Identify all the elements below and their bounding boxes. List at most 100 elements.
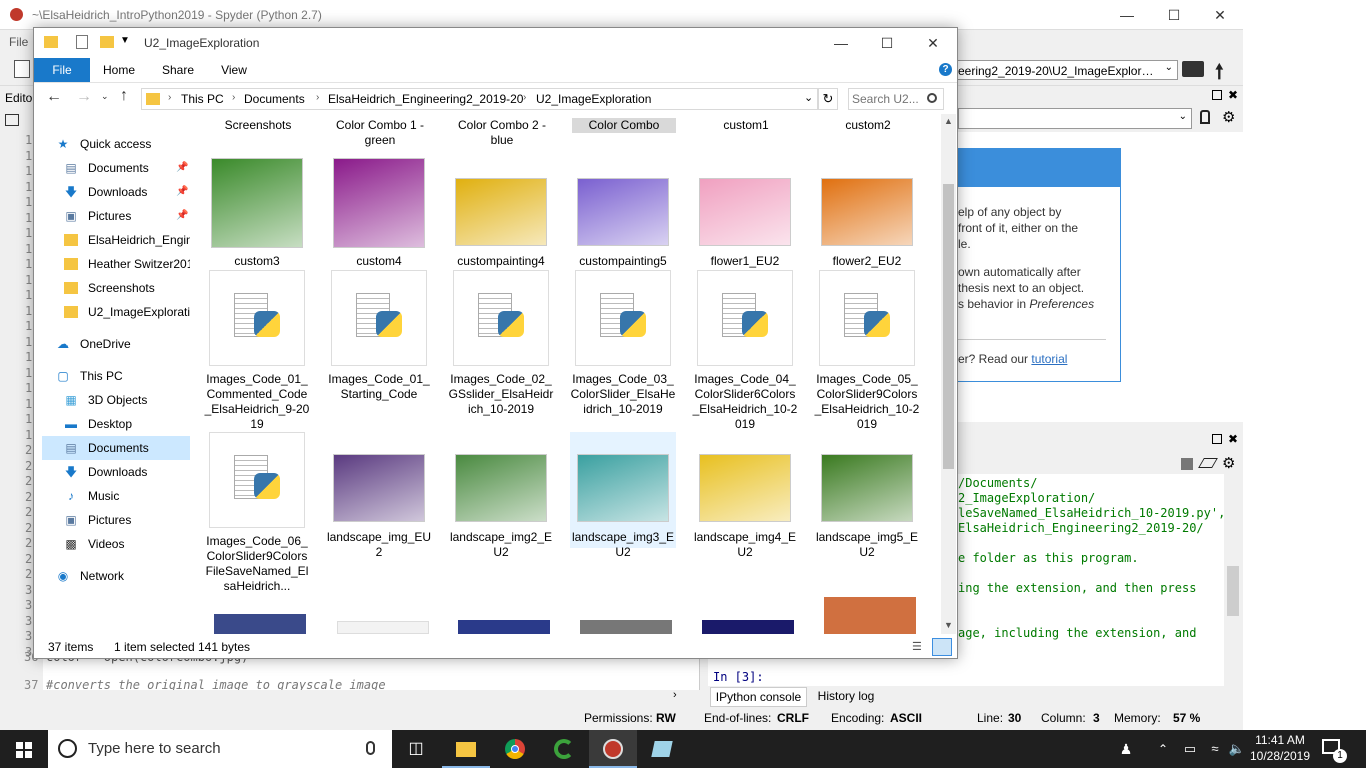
notes-app-icon[interactable] [638,730,686,768]
close-icon[interactable]: ✕ [1197,0,1243,30]
scroll-right-icon[interactable]: › [673,689,677,701]
nav-item-desktop[interactable]: ▬ Desktop [42,412,190,436]
back-arrow-icon[interactable]: ← [46,88,62,106]
file-tile[interactable]: flower2_EU2 [814,156,920,272]
nav-item-3d-objects[interactable]: ▦ 3D Objects [42,388,190,412]
up-arrow-icon[interactable]: ↑ [120,87,128,105]
properties-icon[interactable] [76,35,88,49]
nav-item-screenshots[interactable]: Screenshots [42,276,190,300]
nav-item-documents[interactable]: ▤ Documents 📌 [42,156,190,180]
gear-icon[interactable]: ⚙ [1222,108,1235,126]
pin-icon[interactable]: 📌 [176,186,188,197]
address-bar[interactable]: › This PC › Documents › ElsaHeidrich_Eng… [141,88,818,110]
battery-icon[interactable]: ▭ [1178,730,1202,768]
file-tile[interactable]: Images_Code_04_ColorSlider6Colors_ElsaHe… [692,270,798,431]
lock-icon[interactable] [1200,110,1210,124]
spyder-taskbar-icon[interactable] [589,730,637,768]
help-pane-float-icon[interactable] [1212,90,1222,100]
scroll-down-icon[interactable]: ▼ [944,620,953,630]
console-tab-history[interactable]: History log [811,687,881,707]
console-vscrollbar[interactable] [1225,474,1241,686]
ribbon-tab-share[interactable]: Share [156,58,200,82]
forward-arrow-icon[interactable]: → [76,88,92,106]
file-explorer-taskbar-icon[interactable] [442,730,490,768]
pin-icon[interactable]: 📌 [176,210,188,221]
file-tile[interactable]: custompainting4 [448,156,554,272]
file-tile[interactable]: custompainting5 [570,156,676,272]
help-pane-close-icon[interactable]: ✖ [1228,88,1238,102]
nav-item-onedrive[interactable]: ☁ OneDrive [42,332,190,356]
sync-app-icon[interactable] [540,730,588,768]
file-tile[interactable]: flower1_EU2 [692,156,798,272]
file-tile[interactable]: Images_Code_02_GSslider_ElsaHeidrich_10-… [448,270,554,420]
file-tile[interactable]: Images_Code_03_ColorSlider_ElsaHeidrich_… [570,270,676,420]
content-scroll-thumb[interactable] [943,184,954,469]
pin-icon[interactable]: 📌 [176,162,188,173]
nav-item-elsaheidrich-engine[interactable]: ElsaHeidrich_Engine [42,228,190,252]
file-tile[interactable]: Images_Code_05_ColorSlider9Colors_ElsaHe… [814,270,920,431]
help-question-icon[interactable]: ? [939,63,952,76]
chrome-icon[interactable] [491,730,539,768]
file-tile[interactable]: Images_Code_01_Commented_Code_ElsaHeidri… [204,270,310,431]
maximize-icon[interactable]: ☐ [1151,0,1197,30]
console-pane-float-icon[interactable] [1212,434,1222,444]
quick-access-dropdown-icon[interactable]: ▼ [120,35,130,46]
breadcrumb-documents[interactable]: Documents [244,92,305,106]
eraser-icon[interactable] [1198,458,1218,468]
parent-directory-icon[interactable]: 🠕 [1215,57,1224,91]
microphone-icon[interactable] [366,741,375,755]
nav-item-heather-switzer2019[interactable]: Heather Switzer2019 [42,252,190,276]
nav-item-network[interactable]: ◉ Network [42,564,190,588]
taskbar-search-box[interactable]: Type here to search [48,730,392,768]
refresh-icon[interactable]: ↻ [818,88,838,110]
breadcrumb-engineering-folder[interactable]: ElsaHeidrich_Engineering2_2019-20 [328,92,523,106]
nav-item-u2-imageexploratio[interactable]: U2_ImageExploratio [42,300,190,324]
file-tile[interactable]: custom3 [204,156,310,272]
chevron-down-icon[interactable]: ⌄ [804,91,813,104]
nav-item-downloads[interactable]: 🡇 Downloads [42,460,190,484]
tutorial-link[interactable]: tutorial [1031,352,1067,366]
gear-icon[interactable]: ⚙ [1222,454,1235,472]
file-tile[interactable]: landscape_img4_EU2 [692,432,798,559]
maximize-icon[interactable]: ☐ [864,28,910,58]
working-directory-combo[interactable]: eering2_2019-20\U2_ImageExploration ⌄ [954,60,1178,80]
minimize-icon[interactable]: — [1104,0,1150,30]
file-tile[interactable]: landscape_img_EU2 [326,432,432,559]
show-hidden-icons-icon[interactable]: ⌃ [1150,730,1176,768]
help-source-combo[interactable]: ⌄ [958,108,1192,129]
nav-item-videos[interactable]: ▩ Videos [42,532,190,556]
ribbon-tab-home[interactable]: Home [98,58,140,82]
nav-item-quick-access[interactable]: ★ Quick access [42,132,190,156]
people-icon[interactable]: ♟ [1106,730,1146,768]
scroll-up-icon[interactable]: ▲ [944,116,953,126]
content-vscrollbar[interactable]: ▲ ▼ [941,114,956,634]
browse-folder-icon[interactable] [1182,61,1204,77]
editor-hscrollbar[interactable] [43,690,685,704]
file-tile[interactable]: Images_Code_01_Starting_Code [326,270,432,420]
breadcrumb-current-folder[interactable]: U2_ImageExploration [536,92,651,106]
search-input[interactable] [852,91,924,107]
menu-file[interactable]: File [9,35,28,49]
file-tile[interactable]: landscape_img2_EU2 [448,432,554,559]
ribbon-tab-view[interactable]: View [214,58,254,82]
file-tile[interactable]: Images_Code_06_ColorSlider9ColorsFileSav… [204,432,310,593]
nav-item-this-pc[interactable]: ▢ This PC [42,364,190,388]
file-tile[interactable]: custom4 [326,156,432,272]
console-tab-ipython[interactable]: IPython console [710,687,807,707]
console-pane-close-icon[interactable]: ✖ [1228,432,1238,446]
windows-start-icon[interactable] [0,730,48,768]
details-view-icon[interactable]: ☰ [912,640,928,654]
nav-item-pictures[interactable]: ▣ Pictures [42,508,190,532]
nav-item-music[interactable]: ♪ Music [42,484,190,508]
file-tile[interactable]: landscape_img3_EU2 [570,432,676,559]
file-tile[interactable]: landscape_img5_EU2 [814,432,920,559]
nav-item-downloads[interactable]: 🡇 Downloads 📌 [42,180,190,204]
new-file-icon[interactable] [14,60,30,78]
large-icons-view-icon[interactable] [932,638,952,656]
breadcrumb-this-pc[interactable]: This PC [181,92,224,106]
search-box[interactable] [848,88,944,110]
nav-item-pictures[interactable]: ▣ Pictures 📌 [42,204,190,228]
task-view-icon[interactable]: ◫ [392,730,440,768]
console-scroll-thumb[interactable] [1227,566,1239,616]
editor-browse-tabs-icon[interactable] [5,114,19,126]
